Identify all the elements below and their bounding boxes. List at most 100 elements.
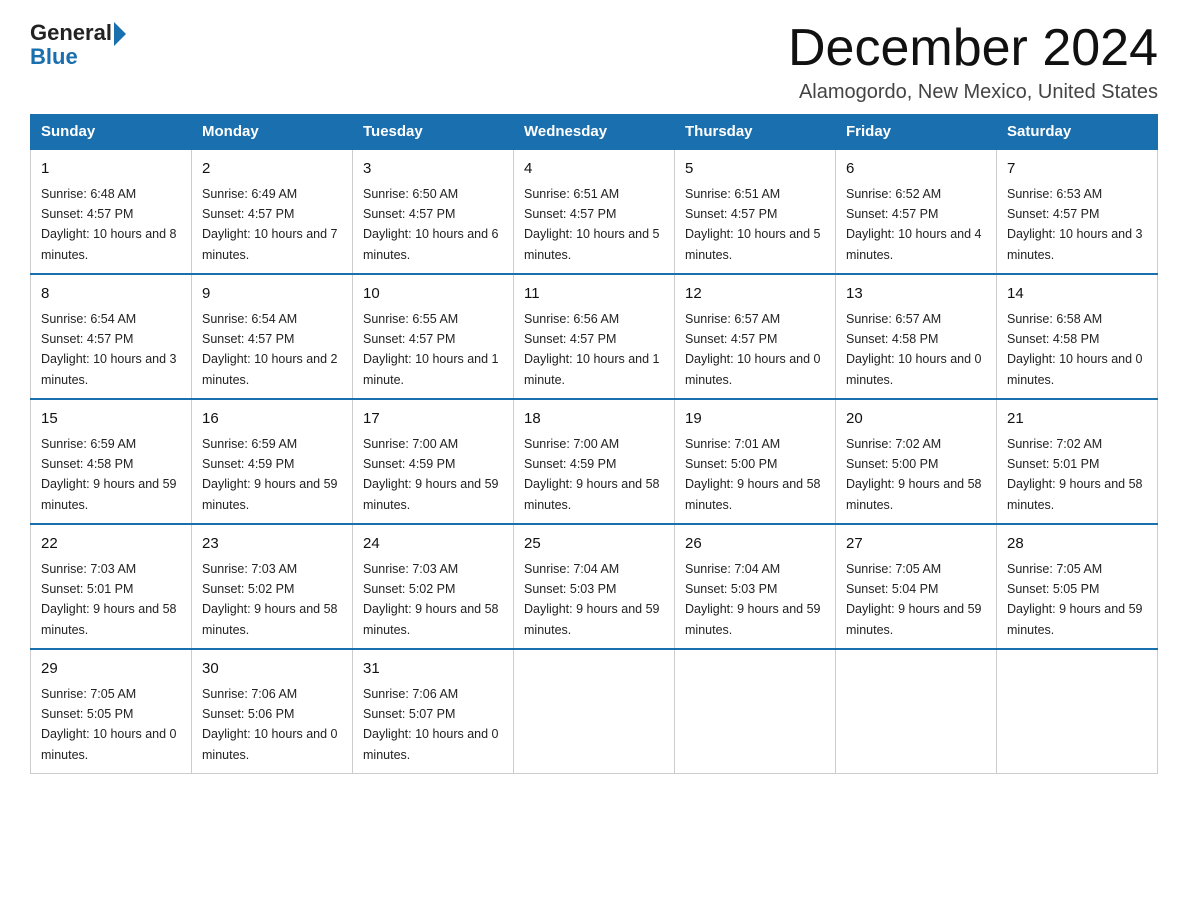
table-row: 22 Sunrise: 7:03 AMSunset: 5:01 PMDaylig… bbox=[31, 524, 192, 649]
day-info: Sunrise: 7:06 AMSunset: 5:07 PMDaylight:… bbox=[363, 687, 499, 762]
table-row: 1 Sunrise: 6:48 AMSunset: 4:57 PMDayligh… bbox=[31, 149, 192, 274]
day-number: 27 bbox=[846, 533, 986, 556]
week-row-3: 15 Sunrise: 6:59 AMSunset: 4:58 PMDaylig… bbox=[31, 399, 1158, 524]
table-row: 11 Sunrise: 6:56 AMSunset: 4:57 PMDaylig… bbox=[514, 274, 675, 399]
day-number: 31 bbox=[363, 658, 503, 681]
day-info: Sunrise: 6:50 AMSunset: 4:57 PMDaylight:… bbox=[363, 187, 499, 262]
day-info: Sunrise: 7:01 AMSunset: 5:00 PMDaylight:… bbox=[685, 437, 821, 512]
day-number: 16 bbox=[202, 408, 342, 431]
day-number: 6 bbox=[846, 158, 986, 181]
day-info: Sunrise: 7:06 AMSunset: 5:06 PMDaylight:… bbox=[202, 687, 338, 762]
day-number: 23 bbox=[202, 533, 342, 556]
table-row: 19 Sunrise: 7:01 AMSunset: 5:00 PMDaylig… bbox=[675, 399, 836, 524]
day-number: 7 bbox=[1007, 158, 1147, 181]
table-row: 9 Sunrise: 6:54 AMSunset: 4:57 PMDayligh… bbox=[192, 274, 353, 399]
table-row bbox=[997, 649, 1158, 774]
logo-arrow-icon bbox=[114, 22, 126, 46]
day-info: Sunrise: 7:03 AMSunset: 5:02 PMDaylight:… bbox=[363, 562, 499, 637]
table-row: 12 Sunrise: 6:57 AMSunset: 4:57 PMDaylig… bbox=[675, 274, 836, 399]
day-number: 19 bbox=[685, 408, 825, 431]
table-row: 15 Sunrise: 6:59 AMSunset: 4:58 PMDaylig… bbox=[31, 399, 192, 524]
day-number: 10 bbox=[363, 283, 503, 306]
day-info: Sunrise: 7:02 AMSunset: 5:01 PMDaylight:… bbox=[1007, 437, 1143, 512]
table-row: 4 Sunrise: 6:51 AMSunset: 4:57 PMDayligh… bbox=[514, 149, 675, 274]
table-row: 2 Sunrise: 6:49 AMSunset: 4:57 PMDayligh… bbox=[192, 149, 353, 274]
day-info: Sunrise: 7:05 AMSunset: 5:05 PMDaylight:… bbox=[1007, 562, 1143, 637]
week-row-4: 22 Sunrise: 7:03 AMSunset: 5:01 PMDaylig… bbox=[31, 524, 1158, 649]
day-info: Sunrise: 6:54 AMSunset: 4:57 PMDaylight:… bbox=[202, 312, 338, 387]
day-info: Sunrise: 6:59 AMSunset: 4:58 PMDaylight:… bbox=[41, 437, 177, 512]
day-info: Sunrise: 7:03 AMSunset: 5:02 PMDaylight:… bbox=[202, 562, 338, 637]
day-number: 4 bbox=[524, 158, 664, 181]
day-info: Sunrise: 7:03 AMSunset: 5:01 PMDaylight:… bbox=[41, 562, 177, 637]
table-row bbox=[514, 649, 675, 774]
day-info: Sunrise: 6:55 AMSunset: 4:57 PMDaylight:… bbox=[363, 312, 499, 387]
day-number: 28 bbox=[1007, 533, 1147, 556]
table-row: 5 Sunrise: 6:51 AMSunset: 4:57 PMDayligh… bbox=[675, 149, 836, 274]
table-row: 6 Sunrise: 6:52 AMSunset: 4:57 PMDayligh… bbox=[836, 149, 997, 274]
day-info: Sunrise: 6:49 AMSunset: 4:57 PMDaylight:… bbox=[202, 187, 338, 262]
table-row: 26 Sunrise: 7:04 AMSunset: 5:03 PMDaylig… bbox=[675, 524, 836, 649]
table-row: 13 Sunrise: 6:57 AMSunset: 4:58 PMDaylig… bbox=[836, 274, 997, 399]
day-info: Sunrise: 6:51 AMSunset: 4:57 PMDaylight:… bbox=[685, 187, 821, 262]
table-row: 7 Sunrise: 6:53 AMSunset: 4:57 PMDayligh… bbox=[997, 149, 1158, 274]
week-row-2: 8 Sunrise: 6:54 AMSunset: 4:57 PMDayligh… bbox=[31, 274, 1158, 399]
table-row: 16 Sunrise: 6:59 AMSunset: 4:59 PMDaylig… bbox=[192, 399, 353, 524]
table-row: 25 Sunrise: 7:04 AMSunset: 5:03 PMDaylig… bbox=[514, 524, 675, 649]
header-saturday: Saturday bbox=[997, 115, 1158, 150]
day-number: 30 bbox=[202, 658, 342, 681]
table-row: 24 Sunrise: 7:03 AMSunset: 5:02 PMDaylig… bbox=[353, 524, 514, 649]
header-wednesday: Wednesday bbox=[514, 115, 675, 150]
day-info: Sunrise: 6:57 AMSunset: 4:58 PMDaylight:… bbox=[846, 312, 982, 387]
table-row: 28 Sunrise: 7:05 AMSunset: 5:05 PMDaylig… bbox=[997, 524, 1158, 649]
week-row-1: 1 Sunrise: 6:48 AMSunset: 4:57 PMDayligh… bbox=[31, 149, 1158, 274]
day-info: Sunrise: 6:59 AMSunset: 4:59 PMDaylight:… bbox=[202, 437, 338, 512]
day-info: Sunrise: 7:05 AMSunset: 5:05 PMDaylight:… bbox=[41, 687, 177, 762]
day-number: 9 bbox=[202, 283, 342, 306]
table-row: 10 Sunrise: 6:55 AMSunset: 4:57 PMDaylig… bbox=[353, 274, 514, 399]
day-info: Sunrise: 7:04 AMSunset: 5:03 PMDaylight:… bbox=[685, 562, 821, 637]
day-info: Sunrise: 7:00 AMSunset: 4:59 PMDaylight:… bbox=[524, 437, 660, 512]
day-number: 17 bbox=[363, 408, 503, 431]
header-friday: Friday bbox=[836, 115, 997, 150]
table-row: 14 Sunrise: 6:58 AMSunset: 4:58 PMDaylig… bbox=[997, 274, 1158, 399]
day-info: Sunrise: 6:58 AMSunset: 4:58 PMDaylight:… bbox=[1007, 312, 1143, 387]
day-info: Sunrise: 7:00 AMSunset: 4:59 PMDaylight:… bbox=[363, 437, 499, 512]
location-subtitle: Alamogordo, New Mexico, United States bbox=[788, 81, 1158, 104]
day-number: 18 bbox=[524, 408, 664, 431]
day-number: 5 bbox=[685, 158, 825, 181]
table-row bbox=[836, 649, 997, 774]
table-row: 17 Sunrise: 7:00 AMSunset: 4:59 PMDaylig… bbox=[353, 399, 514, 524]
day-number: 8 bbox=[41, 283, 181, 306]
day-info: Sunrise: 6:57 AMSunset: 4:57 PMDaylight:… bbox=[685, 312, 821, 387]
table-row: 3 Sunrise: 6:50 AMSunset: 4:57 PMDayligh… bbox=[353, 149, 514, 274]
table-row: 18 Sunrise: 7:00 AMSunset: 4:59 PMDaylig… bbox=[514, 399, 675, 524]
table-row: 30 Sunrise: 7:06 AMSunset: 5:06 PMDaylig… bbox=[192, 649, 353, 774]
table-row: 27 Sunrise: 7:05 AMSunset: 5:04 PMDaylig… bbox=[836, 524, 997, 649]
header-monday: Monday bbox=[192, 115, 353, 150]
week-row-5: 29 Sunrise: 7:05 AMSunset: 5:05 PMDaylig… bbox=[31, 649, 1158, 774]
table-row: 23 Sunrise: 7:03 AMSunset: 5:02 PMDaylig… bbox=[192, 524, 353, 649]
day-number: 14 bbox=[1007, 283, 1147, 306]
day-info: Sunrise: 7:02 AMSunset: 5:00 PMDaylight:… bbox=[846, 437, 982, 512]
logo-general: General bbox=[30, 20, 112, 46]
day-info: Sunrise: 6:48 AMSunset: 4:57 PMDaylight:… bbox=[41, 187, 177, 262]
table-row: 20 Sunrise: 7:02 AMSunset: 5:00 PMDaylig… bbox=[836, 399, 997, 524]
table-row bbox=[675, 649, 836, 774]
header-thursday: Thursday bbox=[675, 115, 836, 150]
day-info: Sunrise: 6:52 AMSunset: 4:57 PMDaylight:… bbox=[846, 187, 982, 262]
logo: General Blue bbox=[30, 20, 126, 68]
day-number: 11 bbox=[524, 283, 664, 306]
day-info: Sunrise: 6:53 AMSunset: 4:57 PMDaylight:… bbox=[1007, 187, 1143, 262]
day-number: 15 bbox=[41, 408, 181, 431]
day-number: 20 bbox=[846, 408, 986, 431]
header-tuesday: Tuesday bbox=[353, 115, 514, 150]
page-header: General Blue December 2024 Alamogordo, N… bbox=[30, 20, 1158, 104]
day-number: 1 bbox=[41, 158, 181, 181]
day-number: 3 bbox=[363, 158, 503, 181]
day-info: Sunrise: 6:56 AMSunset: 4:57 PMDaylight:… bbox=[524, 312, 660, 387]
day-number: 29 bbox=[41, 658, 181, 681]
day-info: Sunrise: 6:51 AMSunset: 4:57 PMDaylight:… bbox=[524, 187, 660, 262]
day-info: Sunrise: 7:04 AMSunset: 5:03 PMDaylight:… bbox=[524, 562, 660, 637]
header-sunday: Sunday bbox=[31, 115, 192, 150]
